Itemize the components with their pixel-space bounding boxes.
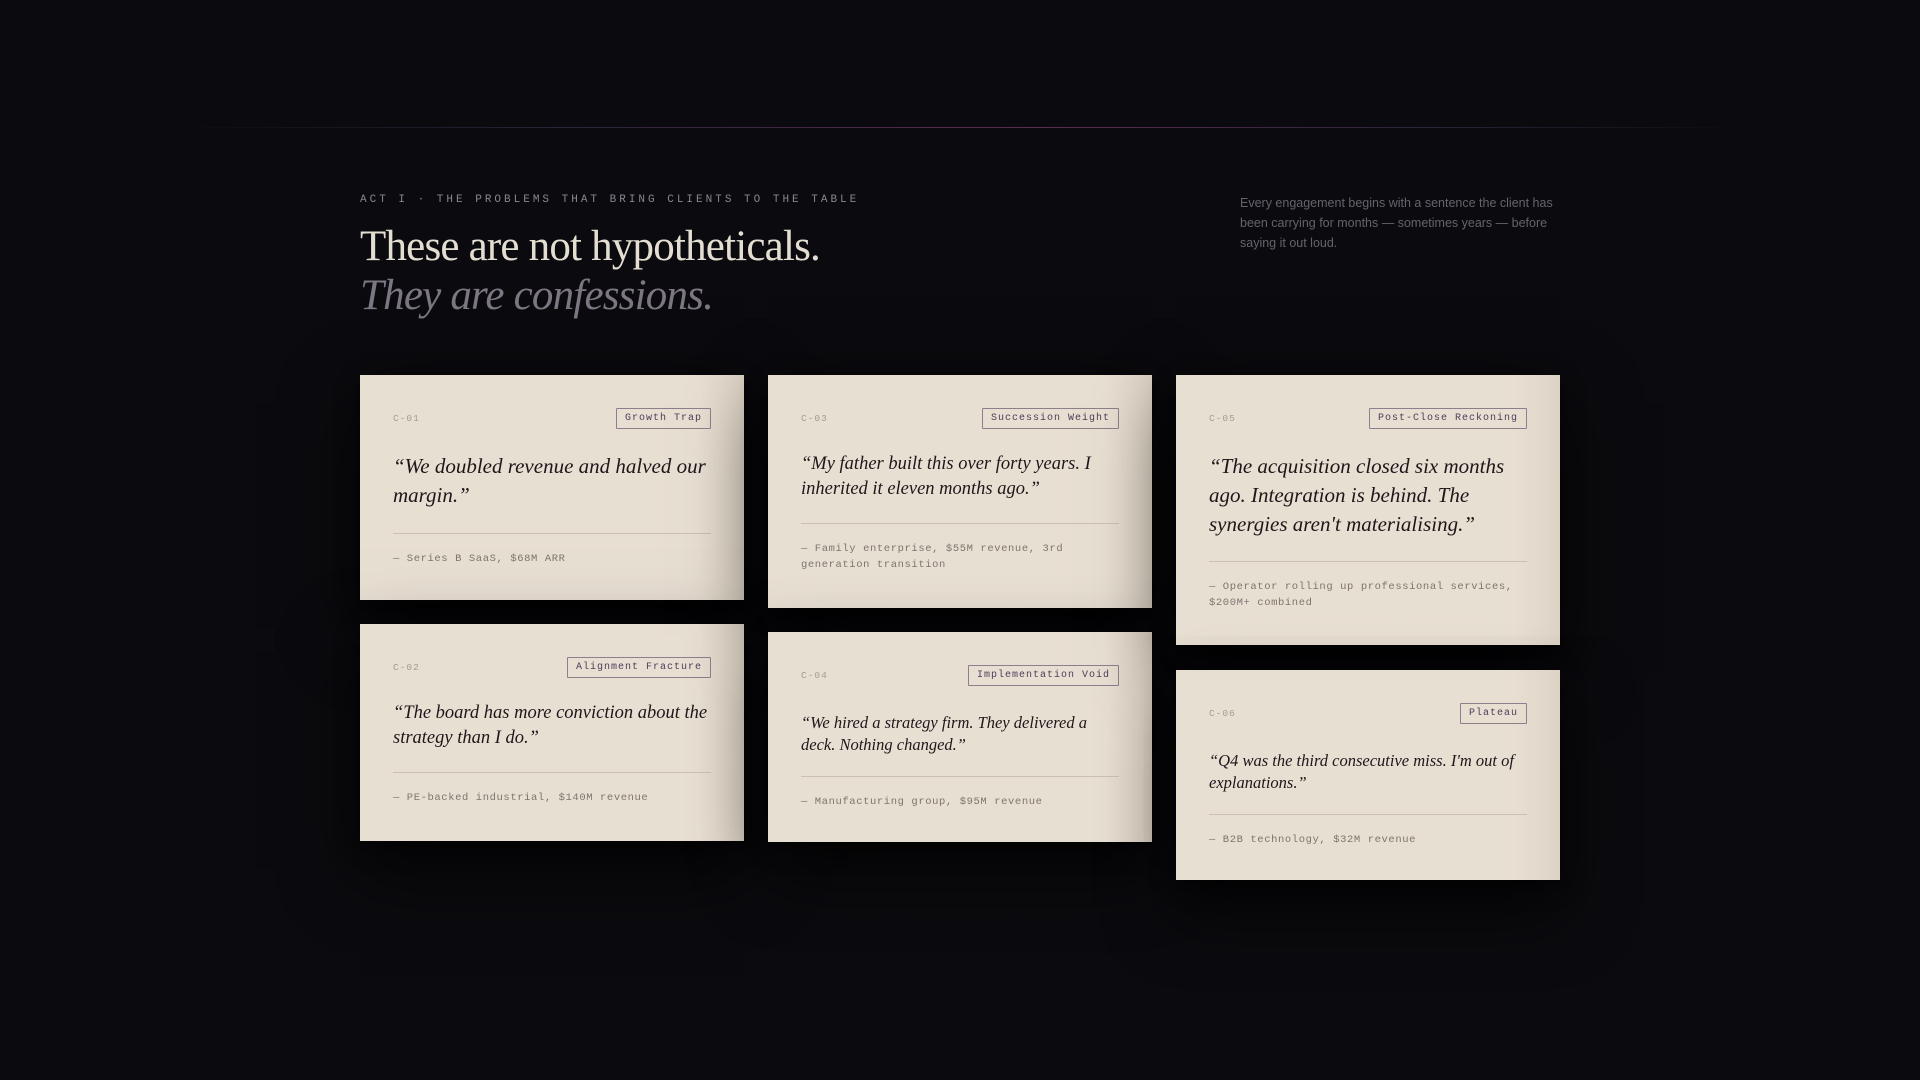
card-tag: Post-Close Reckoning [1368, 407, 1527, 429]
confession-card-c03[interactable]: C-03 Succession Weight “My father built … [768, 375, 1152, 608]
card-divider [801, 523, 1119, 524]
top-divider-line [180, 127, 1740, 128]
confession-card-c01[interactable]: C-01 Growth Trap “We doubled revenue and… [360, 375, 744, 600]
card-header: C-05 Post-Close Reckoning [1209, 407, 1527, 429]
card-tag: Plateau [1459, 702, 1527, 724]
card-header: C-04 Implementation Void [801, 664, 1119, 686]
card-header: C-06 Plateau [1209, 702, 1527, 724]
card-quote: “We hired a strategy firm. They delivere… [801, 713, 1087, 754]
card-divider [393, 772, 711, 773]
card-quote: “The board has more conviction about the… [393, 703, 708, 748]
section-eyebrow: ACT I · THE PROBLEMS THAT BRING CLIENTS … [360, 194, 860, 206]
section-intro: Every engagement begins with a sentence … [1240, 196, 1553, 250]
card-header: C-03 Succession Weight [801, 407, 1119, 429]
card-divider [801, 776, 1119, 777]
card-attribution: — Family enterprise, $55M revenue, 3rd g… [801, 543, 1064, 571]
card-divider [1209, 561, 1527, 562]
card-quote: “Q4 was the third consecutive miss. I'm … [1209, 751, 1514, 792]
card-header: C-01 Growth Trap [393, 407, 711, 429]
card-divider [1209, 814, 1527, 815]
card-attribution: — Series B SaaS, $68M ARR [393, 553, 566, 565]
confession-card-c02[interactable]: C-02 Alignment Fracture “The board has m… [360, 624, 744, 841]
card-id: C-03 [801, 412, 828, 424]
card-attribution: — Operator rolling up professional servi… [1209, 581, 1513, 609]
section-headline-italic: They are confessions. [360, 272, 714, 319]
card-id: C-04 [801, 669, 828, 681]
card-tag: Implementation Void [967, 664, 1119, 686]
confession-card-c04[interactable]: C-04 Implementation Void “We hired a str… [768, 632, 1152, 842]
card-attribution: — PE-backed industrial, $140M revenue [393, 792, 649, 804]
card-id: C-01 [393, 412, 420, 424]
confession-card-c06[interactable]: C-06 Plateau “Q4 was the third consecuti… [1176, 670, 1560, 880]
section-headline: These are not hypotheticals. [360, 223, 821, 270]
card-tag: Succession Weight [981, 407, 1119, 429]
card-attribution: — B2B technology, $32M revenue [1209, 834, 1417, 846]
card-quote: “We doubled revenue and halved our margi… [393, 454, 706, 507]
card-tag: Alignment Fracture [566, 656, 711, 678]
card-id: C-05 [1209, 412, 1236, 424]
card-quote: “My father built this over forty years. … [801, 454, 1091, 499]
card-quote: “The acquisition closed six months ago. … [1209, 454, 1505, 536]
confession-card-c05[interactable]: C-05 Post-Close Reckoning “The acquisiti… [1176, 375, 1560, 645]
card-attribution: — Manufacturing group, $95M revenue [801, 796, 1043, 808]
card-divider [393, 533, 711, 534]
card-header: C-02 Alignment Fracture [393, 656, 711, 678]
card-tag: Growth Trap [615, 407, 711, 429]
card-id: C-06 [1209, 707, 1236, 719]
card-id: C-02 [393, 661, 420, 673]
